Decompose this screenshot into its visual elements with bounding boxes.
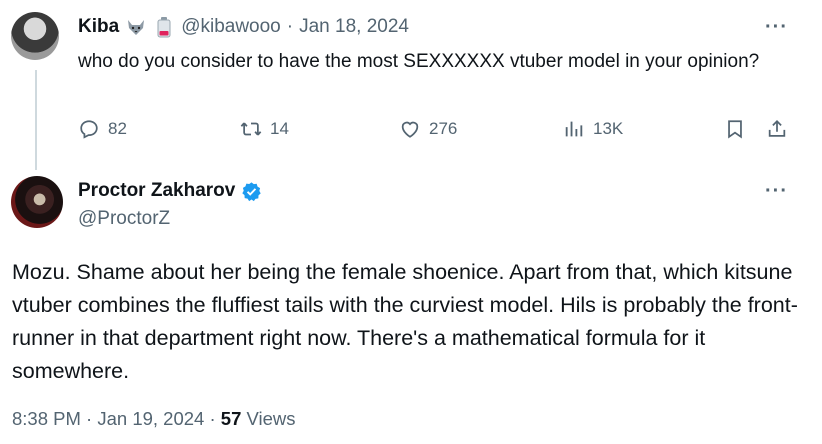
retweet-icon (240, 122, 262, 136)
views-button[interactable]: 13K (563, 118, 623, 140)
thread-line (35, 70, 37, 170)
display-name[interactable]: Proctor Zakharov (78, 180, 235, 202)
separator: · (86, 408, 93, 429)
tweet-text: who do you consider to have the most SEX… (78, 51, 760, 72)
tweet1-header: Kiba @kibawooo · Jan 18, 2024 (78, 16, 409, 38)
tweet-date[interactable]: Jan 18, 2024 (299, 16, 409, 38)
more-options-button[interactable]: ··· (765, 16, 788, 39)
more-icon: ··· (765, 16, 788, 38)
heart-icon (401, 121, 419, 138)
reply-button[interactable]: 82 (78, 118, 127, 140)
tweet-date[interactable]: Jan 19, 2024 (97, 408, 204, 429)
separator: · (209, 408, 216, 429)
more-icon: ··· (765, 180, 788, 202)
reply-icon (80, 120, 98, 139)
tweet-meta: 8:38 PM · Jan 19, 2024 · 57 Views (12, 408, 296, 430)
verified-badge-icon (242, 181, 262, 201)
retweet-button[interactable]: 14 (240, 118, 289, 140)
share-button[interactable] (766, 118, 788, 140)
share-icon (768, 119, 786, 137)
like-button[interactable]: 276 (399, 118, 457, 140)
handle[interactable]: @ProctorZ (78, 208, 170, 230)
tweet-text: Mozu. Shame about her being the female s… (12, 260, 798, 383)
display-name[interactable]: Kiba (78, 16, 119, 38)
separator: · (286, 16, 294, 37)
retweet-count: 14 (270, 119, 289, 138)
view-count[interactable]: 57 (221, 408, 242, 429)
reply-count: 82 (108, 119, 127, 138)
wolf-icon (125, 16, 147, 38)
views-count: 13K (593, 119, 624, 138)
analytics-icon (565, 121, 583, 137)
avatar[interactable] (11, 176, 63, 228)
avatar[interactable] (11, 12, 59, 60)
views-label: Views (246, 408, 296, 429)
handle[interactable]: @kibawooo (181, 16, 281, 38)
tweet-time[interactable]: 8:38 PM (12, 408, 81, 429)
like-count: 276 (429, 119, 458, 138)
more-options-button[interactable]: ··· (765, 180, 788, 203)
battery-icon (153, 16, 175, 38)
tweet2-header: Proctor Zakharov (78, 180, 262, 202)
bookmark-icon (728, 120, 742, 139)
bookmark-button[interactable] (724, 118, 746, 140)
